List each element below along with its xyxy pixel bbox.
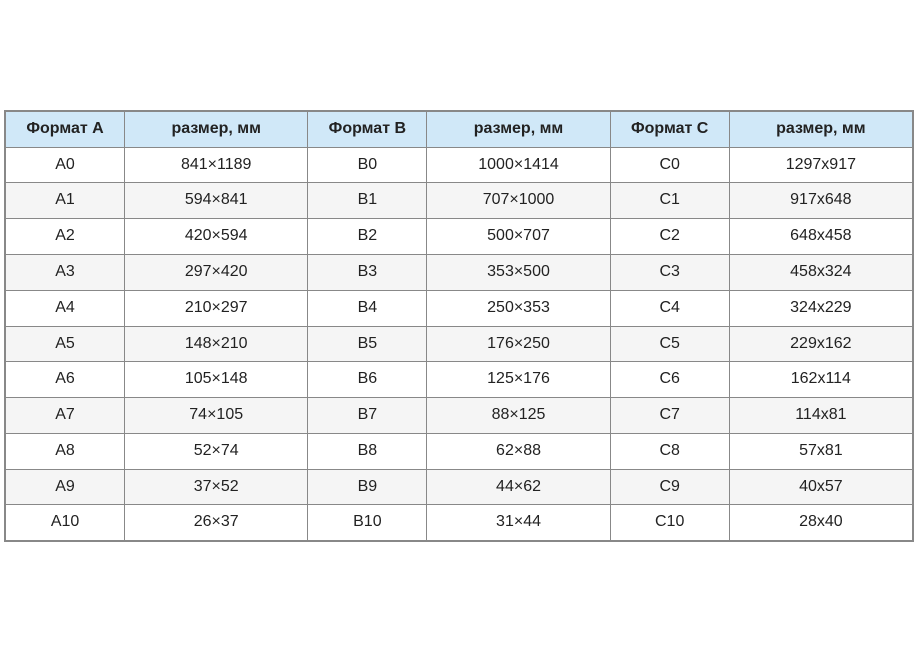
cell-size-a: 26×37 [125, 505, 308, 541]
table-header-row: Формат А размер, мм Формат В размер, мм … [6, 111, 913, 147]
cell-format-c: С10 [610, 505, 729, 541]
cell-format-a: А7 [6, 398, 125, 434]
header-size-b: размер, мм [427, 111, 610, 147]
cell-format-a: А9 [6, 469, 125, 505]
cell-size-b: 31×44 [427, 505, 610, 541]
cell-format-c: С9 [610, 469, 729, 505]
cell-size-c: 114x81 [729, 398, 912, 434]
cell-format-a: А10 [6, 505, 125, 541]
cell-size-a: 420×594 [125, 219, 308, 255]
table-row: А4210×297В4250×353С4324x229 [6, 290, 913, 326]
table-row: А0841×1189В01000×1414С01297x917 [6, 147, 913, 183]
table-row: А5148×210В5176×250С5229x162 [6, 326, 913, 362]
cell-size-c: 57x81 [729, 433, 912, 469]
table-row: А3297×420В3353×500С3458x324 [6, 254, 913, 290]
cell-size-b: 176×250 [427, 326, 610, 362]
cell-format-b: В3 [308, 254, 427, 290]
cell-size-c: 648x458 [729, 219, 912, 255]
table-row: А6105×148В6125×176С6162x114 [6, 362, 913, 398]
table-row: А852×74В862×88С857x81 [6, 433, 913, 469]
cell-size-c: 162x114 [729, 362, 912, 398]
header-size-c: размер, мм [729, 111, 912, 147]
cell-size-a: 52×74 [125, 433, 308, 469]
cell-format-a: А8 [6, 433, 125, 469]
paper-formats-table: Формат А размер, мм Формат В размер, мм … [4, 110, 914, 543]
cell-format-c: С4 [610, 290, 729, 326]
cell-size-a: 841×1189 [125, 147, 308, 183]
cell-size-b: 250×353 [427, 290, 610, 326]
cell-size-b: 44×62 [427, 469, 610, 505]
table-row: А774×105В788×125С7114x81 [6, 398, 913, 434]
cell-format-c: С3 [610, 254, 729, 290]
cell-size-b: 353×500 [427, 254, 610, 290]
cell-size-c: 28x40 [729, 505, 912, 541]
cell-format-a: А6 [6, 362, 125, 398]
cell-format-a: А2 [6, 219, 125, 255]
cell-size-a: 74×105 [125, 398, 308, 434]
cell-size-b: 125×176 [427, 362, 610, 398]
cell-size-c: 458x324 [729, 254, 912, 290]
cell-size-c: 1297x917 [729, 147, 912, 183]
cell-format-a: А5 [6, 326, 125, 362]
cell-size-b: 500×707 [427, 219, 610, 255]
cell-format-b: В4 [308, 290, 427, 326]
cell-format-b: В10 [308, 505, 427, 541]
header-size-a: размер, мм [125, 111, 308, 147]
cell-format-b: В2 [308, 219, 427, 255]
cell-format-b: В7 [308, 398, 427, 434]
cell-format-b: В0 [308, 147, 427, 183]
cell-size-c: 324x229 [729, 290, 912, 326]
cell-size-c: 229x162 [729, 326, 912, 362]
cell-format-b: В1 [308, 183, 427, 219]
table-row: А2420×594В2500×707С2648x458 [6, 219, 913, 255]
cell-size-a: 105×148 [125, 362, 308, 398]
cell-format-a: А1 [6, 183, 125, 219]
cell-format-c: С0 [610, 147, 729, 183]
cell-size-c: 40x57 [729, 469, 912, 505]
header-format-a: Формат А [6, 111, 125, 147]
cell-format-a: А4 [6, 290, 125, 326]
cell-size-a: 297×420 [125, 254, 308, 290]
cell-format-b: В8 [308, 433, 427, 469]
cell-format-c: С1 [610, 183, 729, 219]
table-row: А937×52В944×62С940x57 [6, 469, 913, 505]
table-row: А1594×841В1707×1000С1917x648 [6, 183, 913, 219]
cell-size-a: 148×210 [125, 326, 308, 362]
cell-format-b: В5 [308, 326, 427, 362]
cell-format-c: С5 [610, 326, 729, 362]
cell-size-b: 1000×1414 [427, 147, 610, 183]
cell-size-b: 62×88 [427, 433, 610, 469]
cell-size-a: 210×297 [125, 290, 308, 326]
table-row: А1026×37В1031×44С1028x40 [6, 505, 913, 541]
cell-format-a: А3 [6, 254, 125, 290]
cell-size-b: 88×125 [427, 398, 610, 434]
cell-size-a: 594×841 [125, 183, 308, 219]
cell-format-c: С7 [610, 398, 729, 434]
header-format-b: Формат В [308, 111, 427, 147]
cell-format-c: С2 [610, 219, 729, 255]
cell-format-c: С6 [610, 362, 729, 398]
cell-size-c: 917x648 [729, 183, 912, 219]
cell-format-b: В9 [308, 469, 427, 505]
cell-format-c: С8 [610, 433, 729, 469]
cell-size-a: 37×52 [125, 469, 308, 505]
cell-format-b: В6 [308, 362, 427, 398]
header-format-c: Формат С [610, 111, 729, 147]
cell-format-a: А0 [6, 147, 125, 183]
cell-size-b: 707×1000 [427, 183, 610, 219]
